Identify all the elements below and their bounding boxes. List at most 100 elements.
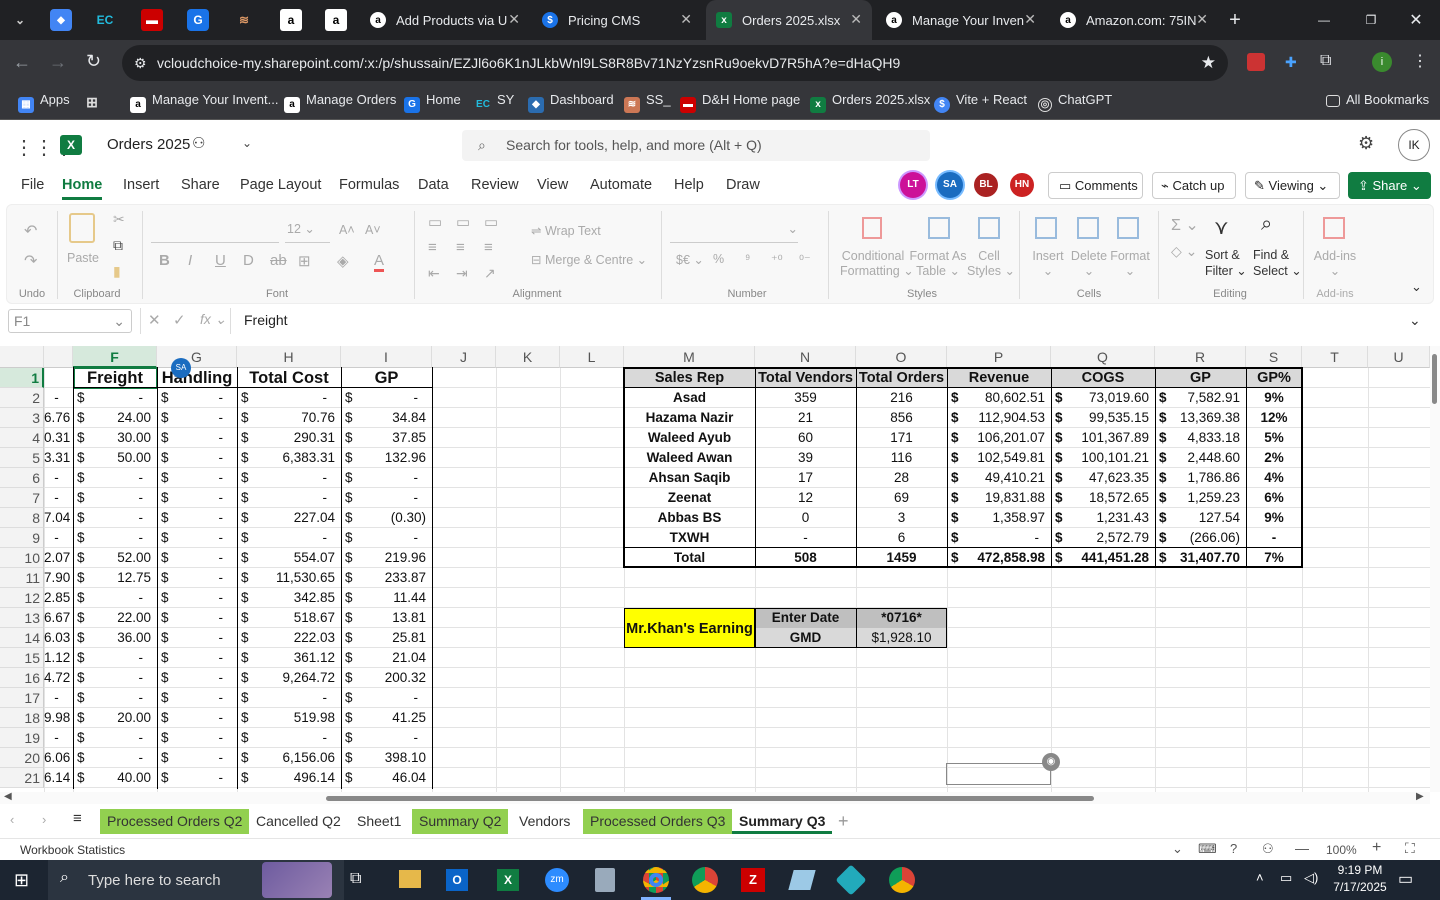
column-header[interactable]: H [237, 346, 341, 368]
bookmark-vite-react[interactable]: $ Vite + React [934, 86, 1027, 114]
profile-icon[interactable]: i [1372, 52, 1392, 72]
close-tab-icon[interactable]: ✕ [850, 11, 862, 28]
undo-icon[interactable]: ↶ [24, 221, 37, 241]
summary-value[interactable]: 31,407.70 [1169, 548, 1242, 568]
delete-cells-button[interactable]: Delete ⌄ [1069, 249, 1109, 278]
zoom-app-icon[interactable]: zm [545, 868, 569, 892]
cell-value[interactable]: - [171, 648, 233, 668]
cell-value[interactable]: - [87, 748, 153, 768]
expand-formula-bar-icon[interactable]: ⌄ [1409, 312, 1421, 329]
summary-value[interactable]: 6% [1246, 488, 1302, 508]
cell-value[interactable]: - [171, 708, 233, 728]
insert-cells-icon[interactable] [1035, 217, 1057, 239]
orientation-icon[interactable]: ↗ [484, 265, 496, 282]
bookmark-orders-2025[interactable]: x Orders 2025.xlsx [810, 86, 930, 114]
network-icon[interactable]: ▭ [1280, 870, 1292, 886]
tab-draw[interactable]: Draw [726, 170, 760, 200]
cell-value[interactable]: - [171, 408, 233, 428]
name-box[interactable]: F1 ⌄ [8, 309, 132, 333]
cell-e[interactable]: - [44, 388, 71, 408]
cell-e[interactable]: 9.98 [44, 708, 71, 728]
cell-e[interactable]: 6.03 [44, 628, 71, 648]
zoom-out-icon[interactable]: — [1295, 840, 1309, 856]
cell-value[interactable]: - [87, 668, 153, 688]
cell-value[interactable]: 20.00 [87, 708, 153, 728]
align-middle-icon[interactable]: ▭ [456, 213, 470, 231]
back-arrow-icon[interactable]: ← [13, 52, 31, 73]
site-info-icon[interactable]: ⚙ [134, 45, 147, 81]
cell-value[interactable]: 25.81 [355, 628, 428, 648]
excel-taskbar-icon[interactable]: X [497, 869, 519, 891]
summary-value[interactable]: 5% [1246, 428, 1302, 448]
pinned-tab-stack-icon[interactable]: ≋ [233, 9, 255, 31]
summary-value[interactable]: 100,101.21 [1065, 448, 1151, 468]
column-header[interactable]: R [1155, 346, 1246, 368]
bookmark-dh-home[interactable]: ▬ D&H Home page [680, 86, 800, 114]
close-tab-icon[interactable]: ✕ [1196, 11, 1208, 28]
chrome-profile-icon[interactable] [692, 867, 718, 893]
summary-value[interactable]: 73,019.60 [1065, 388, 1151, 408]
clear-icon[interactable]: ◇ ⌄ [1171, 243, 1197, 260]
summary-value[interactable]: 39 [755, 448, 856, 468]
summary-value[interactable]: 21 [755, 408, 856, 428]
bookmark-home[interactable]: G Home [404, 86, 461, 114]
summary-value[interactable]: 7% [1246, 548, 1302, 568]
cell-value[interactable]: 200.32 [355, 668, 428, 688]
tab-file[interactable]: File [21, 170, 44, 200]
summary-value[interactable]: 28 [856, 468, 947, 488]
cell-value[interactable]: 518.67 [251, 608, 337, 628]
bookmark-manage-inventory[interactable]: a Manage Your Invent... [130, 86, 278, 114]
conditional-formatting-button[interactable]: Conditional Formatting ⌄ [840, 249, 914, 279]
chrome-menu-icon[interactable]: ⋮ [1412, 51, 1428, 71]
sort-filter-icon[interactable]: ⋎ [1214, 215, 1229, 240]
row-header[interactable]: 1 [0, 368, 44, 388]
row-header[interactable]: 5 [0, 448, 44, 468]
summary-value[interactable]: 9% [1246, 508, 1302, 528]
keyboard-icon[interactable]: ⌨ [1198, 841, 1217, 857]
add-sheet-icon[interactable]: + [838, 811, 849, 832]
summary-value[interactable]: 69 [856, 488, 947, 508]
sheet-tab[interactable]: Summary Q2 [412, 809, 509, 834]
file-explorer-icon[interactable] [399, 870, 421, 888]
conditional-formatting-icon[interactable] [862, 217, 882, 239]
summary-value[interactable]: 1,231.43 [1065, 508, 1151, 528]
cell-value[interactable]: 34.84 [355, 408, 428, 428]
cell-e[interactable]: 7.04 [44, 508, 71, 528]
row-header[interactable]: 16 [0, 668, 44, 688]
worksheet-grid[interactable]: F G H I J K L M N O P Q R S T U 1 2 3 4 5 6 7 8 9 10 11 12 13 14 15 16 1… [0, 346, 1430, 792]
align-left-icon[interactable]: ≡ [428, 239, 437, 256]
tab-automate[interactable]: Automate [590, 170, 652, 200]
collaborator-avatar[interactable]: LT [900, 172, 926, 198]
cell-value[interactable]: 222.03 [251, 628, 337, 648]
summary-value[interactable]: 2,572.79 [1065, 528, 1151, 548]
row-header[interactable]: 10 [0, 548, 44, 568]
summary-header[interactable]: GP [1155, 368, 1246, 388]
wrap-text-button[interactable]: ⇌ Wrap Text [531, 223, 601, 238]
decrease-decimal-icon[interactable]: ⁰⁻ [799, 252, 811, 267]
summary-value[interactable]: 12 [755, 488, 856, 508]
sheet-tab[interactable]: Processed Orders Q3 [583, 809, 733, 834]
viewing-mode-button[interactable]: ✎ Viewing ⌄ [1245, 172, 1340, 199]
row-header[interactable]: 18 [0, 708, 44, 728]
tab-manage-inventory[interactable]: a Manage Your Inven ✕ [876, 0, 1046, 40]
sales-rep-name[interactable]: Waleed Ayub [624, 428, 755, 448]
summary-header[interactable]: Total Vendors [755, 368, 856, 388]
row-header[interactable]: 19 [0, 728, 44, 748]
addins-button[interactable]: Add-ins ⌄ [1312, 249, 1358, 278]
cell-value[interactable]: - [355, 688, 428, 708]
minimize-icon[interactable]: — [1313, 9, 1335, 31]
enter-date-label[interactable]: Enter Date [755, 608, 856, 628]
sheet-tab-active[interactable]: Summary Q3 [732, 809, 833, 834]
pinned-tab-red-icon[interactable]: ▬ [141, 9, 163, 31]
tab-amazon-75in[interactable]: a Amazon.com: 75IN ✕ [1050, 0, 1218, 40]
bookmark-ss[interactable]: ≋ SS_ [624, 86, 671, 114]
bookmark-manage-orders[interactable]: a Manage Orders [284, 86, 396, 114]
extension-pdf-icon[interactable] [1247, 53, 1265, 71]
cell-value[interactable]: - [251, 388, 337, 408]
column-header[interactable]: G [157, 346, 237, 368]
cell-e[interactable]: 4.72 [44, 668, 71, 688]
sales-rep-name[interactable]: TXWH [624, 528, 755, 548]
summary-value[interactable]: 13,369.38 [1169, 408, 1242, 428]
fill-color-icon[interactable]: ◈ [337, 252, 349, 270]
search-box[interactable]: ⌕ Search for tools, help, and more (Alt … [462, 130, 930, 161]
